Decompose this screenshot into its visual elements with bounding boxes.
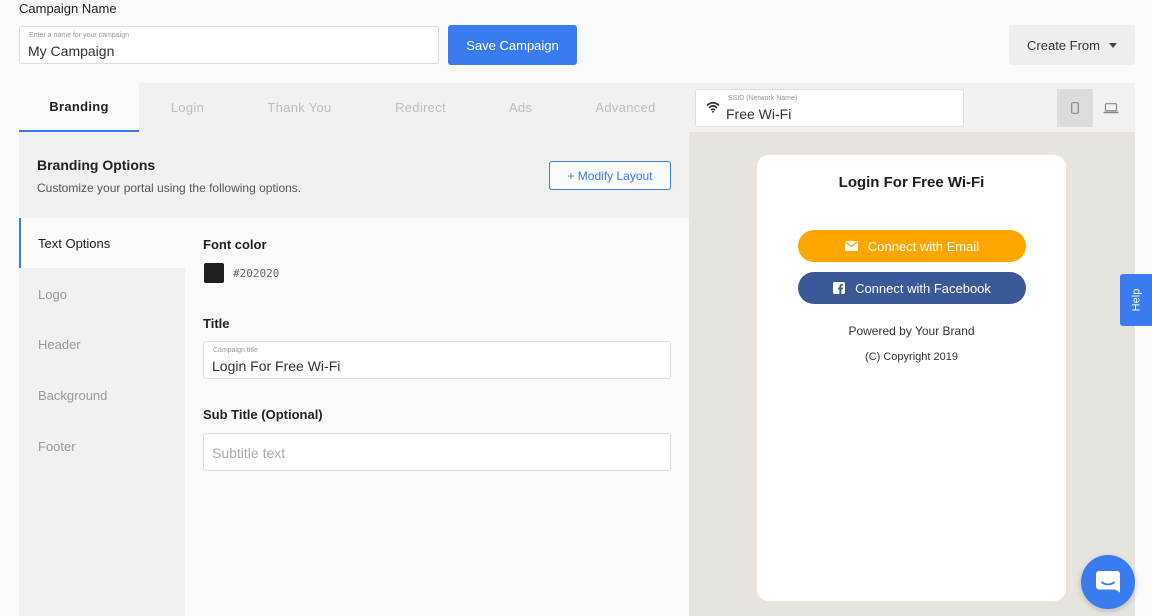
chat-button[interactable] [1081,555,1135,609]
connect-facebook-button[interactable]: Connect with Facebook [798,272,1026,304]
font-color-swatch[interactable] [204,263,224,283]
nav-header[interactable]: Header [19,319,185,369]
chat-icon [1096,571,1120,593]
envelope-icon [844,241,858,251]
portal-preview: Login For Free Wi-Fi Connect with Email … [689,132,1135,616]
subtitle-input[interactable]: Subtitle text [203,433,671,471]
text-options-form: Font color #202020 Title Campaign title … [185,218,689,616]
facebook-icon [833,282,846,294]
tab-ads[interactable]: Ads [478,83,563,132]
help-label: Help [1130,288,1142,312]
device-toggle [1057,89,1129,127]
tab-thank-you[interactable]: Thank You [236,83,363,132]
subtitle-placeholder: Subtitle text [212,445,286,461]
side-nav: Text Options Logo Header Background Foot… [19,218,185,616]
ssid-value: Free Wi-Fi [726,106,792,122]
tab-advanced[interactable]: Advanced [563,83,688,132]
create-from-label: Create From [1027,37,1100,53]
connect-facebook-label: Connect with Facebook [855,280,991,296]
font-color-value: #202020 [233,267,280,280]
mobile-icon [1071,102,1079,114]
powered-by-text: Powered by Your Brand [848,324,975,338]
font-color-label: Font color [203,237,267,252]
wifi-icon [706,101,720,113]
nav-logo[interactable]: Logo [19,269,185,319]
title-hint: Campaign title [213,347,258,354]
campaign-name-hint: Enter a name for your campaign [29,32,129,39]
laptop-icon [1103,102,1119,113]
subtitle-label: Sub Title (Optional) [203,407,323,422]
desktop-view-button[interactable] [1093,89,1129,127]
help-tab[interactable]: Help [1120,274,1152,326]
preview-title: Login For Free Wi-Fi [838,174,985,191]
ssid-input[interactable]: SSID (Network Name) Free Wi-Fi [695,89,964,127]
title-value: Login For Free Wi-Fi [212,358,341,374]
modify-layout-button[interactable]: + Modify Layout [549,161,671,190]
branding-options-title: Branding Options [37,157,156,173]
chevron-down-icon [1108,42,1117,48]
ssid-hint: SSID (Network Name) [728,95,798,102]
tab-redirect[interactable]: Redirect [363,83,478,132]
connect-email-label: Connect with Email [867,238,980,254]
mobile-view-button[interactable] [1057,89,1093,127]
tab-login[interactable]: Login [139,83,236,132]
nav-footer[interactable]: Footer [19,421,185,471]
connect-email-button[interactable]: Connect with Email [798,230,1026,262]
preview-card: Login For Free Wi-Fi Connect with Email … [757,155,1066,601]
branding-options-header: Branding Options Customize your portal u… [19,132,689,218]
page: Campaign Name Enter a name for your camp… [0,0,1152,616]
nav-background[interactable]: Background [19,370,185,420]
tab-branding[interactable]: Branding [19,83,139,132]
campaign-name-label: Campaign Name [19,1,117,16]
copyright-text: (C) Copyright 2019 [865,351,958,363]
tabs-bar: Branding Login Thank You Redirect Ads Ad… [19,83,1135,132]
nav-text-options[interactable]: Text Options [19,218,185,268]
branding-options-subtitle: Customize your portal using the followin… [37,181,302,195]
create-from-dropdown[interactable]: Create From [1009,25,1135,65]
title-label: Title [203,316,230,331]
save-campaign-button[interactable]: Save Campaign [448,25,577,65]
title-input[interactable]: Campaign title Login For Free Wi-Fi [203,341,671,379]
campaign-name-value: My Campaign [28,43,115,59]
campaign-name-input[interactable]: Enter a name for your campaign My Campai… [19,26,439,64]
